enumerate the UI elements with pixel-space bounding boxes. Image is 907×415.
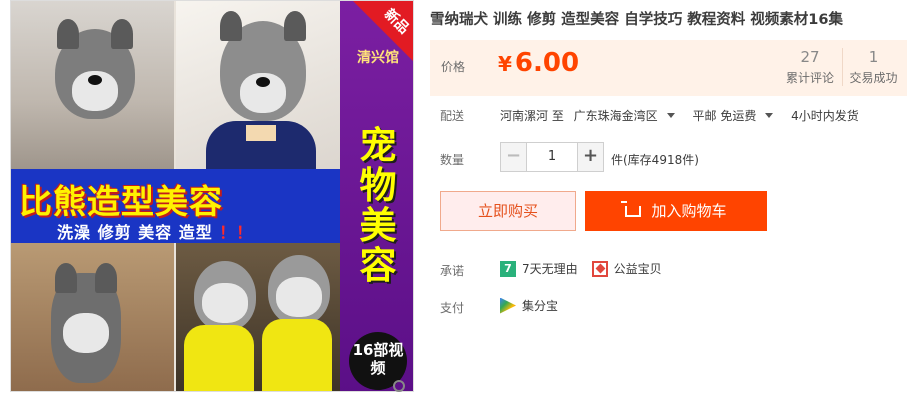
price-value: ¥6.00 [498,48,579,78]
dog-ear [220,11,242,41]
product-title: 雪纳瑞犬 训练 修剪 造型美容 自学技巧 教程资料 视频素材16集 [430,12,843,28]
reviews-count: 27 [800,48,820,66]
dog-ear [284,11,306,41]
cart-icon [621,201,642,217]
banner-subtitle: 洗澡 修剪 美容 造型 ！！ [57,219,253,243]
dog-illustration [55,19,135,119]
promo-banner: 比熊造型美容 洗澡 修剪 美容 造型 ！！ [11,169,340,243]
seven-day-return-icon: 7 [500,260,516,277]
add-to-cart-label: 加入购物车 [651,202,727,220]
buy-now-button[interactable]: 立即购买 [440,191,576,231]
banner-exclaim: ！！ [219,223,254,242]
ship-from: 河南漯河 至 [500,109,564,123]
banner-subtitle-text: 洗澡 修剪 美容 造型 [57,223,213,242]
dog-ear [111,19,133,49]
payment-label: 支付 [440,301,465,315]
sales-count: 1 [868,48,879,66]
side-panel: 清兴馆 宠物美容 16部视频 新品 [340,1,413,391]
increase-button[interactable]: + [577,142,604,172]
dog-snout [276,277,322,317]
stock-info: 件(库存4918件) [611,153,699,167]
dog-shirt [184,325,254,391]
currency-symbol: ¥ [498,52,512,76]
add-to-cart-button[interactable]: 加入购物车 [585,191,767,231]
side-title: 宠物美容 [359,124,397,287]
dog-snout [202,283,248,323]
shipping-method: 平邮 免运费 [692,109,757,123]
zoom-icon[interactable] [393,380,405,392]
quantity-label: 数量 [440,153,465,167]
reviews-stat[interactable]: 27 累计评论 [780,48,840,86]
chevron-down-icon [666,113,675,118]
dog-ear [55,263,77,293]
dog-photo-3 [11,243,174,391]
sales-label: 交易成功 [849,71,898,85]
banner-title: 比熊造型美容 [19,182,223,221]
charity-icon [591,260,608,277]
charity-link[interactable]: 公益宝贝 [614,260,662,277]
dog-snout [63,313,109,353]
price-amount: 6.00 [514,48,580,78]
dog-illustration [220,11,306,121]
dog-illustration [194,261,256,331]
reviews-label: 累计评论 [785,71,834,85]
dog-ear [95,263,117,293]
quantity-input[interactable]: 1 [527,142,577,172]
price-box: 价格 ¥6.00 27 累计评论 1 交易成功 [430,40,907,96]
delivery-label: 配送 [440,109,465,123]
dog-illustration [268,255,330,325]
product-image[interactable]: 比熊造型美容 洗澡 修剪 美容 造型 ！！ 清兴馆 宠物美容 16部视频 新品 [10,0,414,392]
quantity-stepper: − 1 + [500,142,604,172]
dog-illustration [51,263,121,383]
bow-tie [246,125,276,141]
promise-list: 7 7天无理由 公益宝贝 [500,260,662,277]
chevron-down-icon [765,113,774,118]
ship-to-select[interactable]: 广东珠海金湾区 [574,109,683,123]
dog-photo-4 [176,243,340,391]
payment-method[interactable]: 集分宝 [522,297,558,314]
jifenbao-icon [500,297,516,314]
dog-photo-1 [11,1,174,169]
promise-label: 承诺 [440,264,465,278]
dog-nose [256,77,270,87]
dispatch-time: 4小时内发货 [791,109,859,123]
dog-shirt [262,319,332,391]
dog-nose [88,75,102,85]
dog-photo-2 [176,1,340,169]
sales-stat: 1 交易成功 [842,48,904,86]
price-label: 价格 [441,60,466,74]
ship-to: 广东珠海金湾区 [573,109,658,123]
dog-ear [57,19,79,49]
shipping-select[interactable]: 平邮 免运费 [693,109,782,123]
delivery-info: 河南漯河 至 广东珠海金湾区 平邮 免运费 4小时内发货 [500,107,865,124]
decrease-button[interactable]: − [500,142,527,172]
payment-list: 集分宝 [500,297,558,314]
return-policy-link[interactable]: 7天无理由 [522,260,578,277]
